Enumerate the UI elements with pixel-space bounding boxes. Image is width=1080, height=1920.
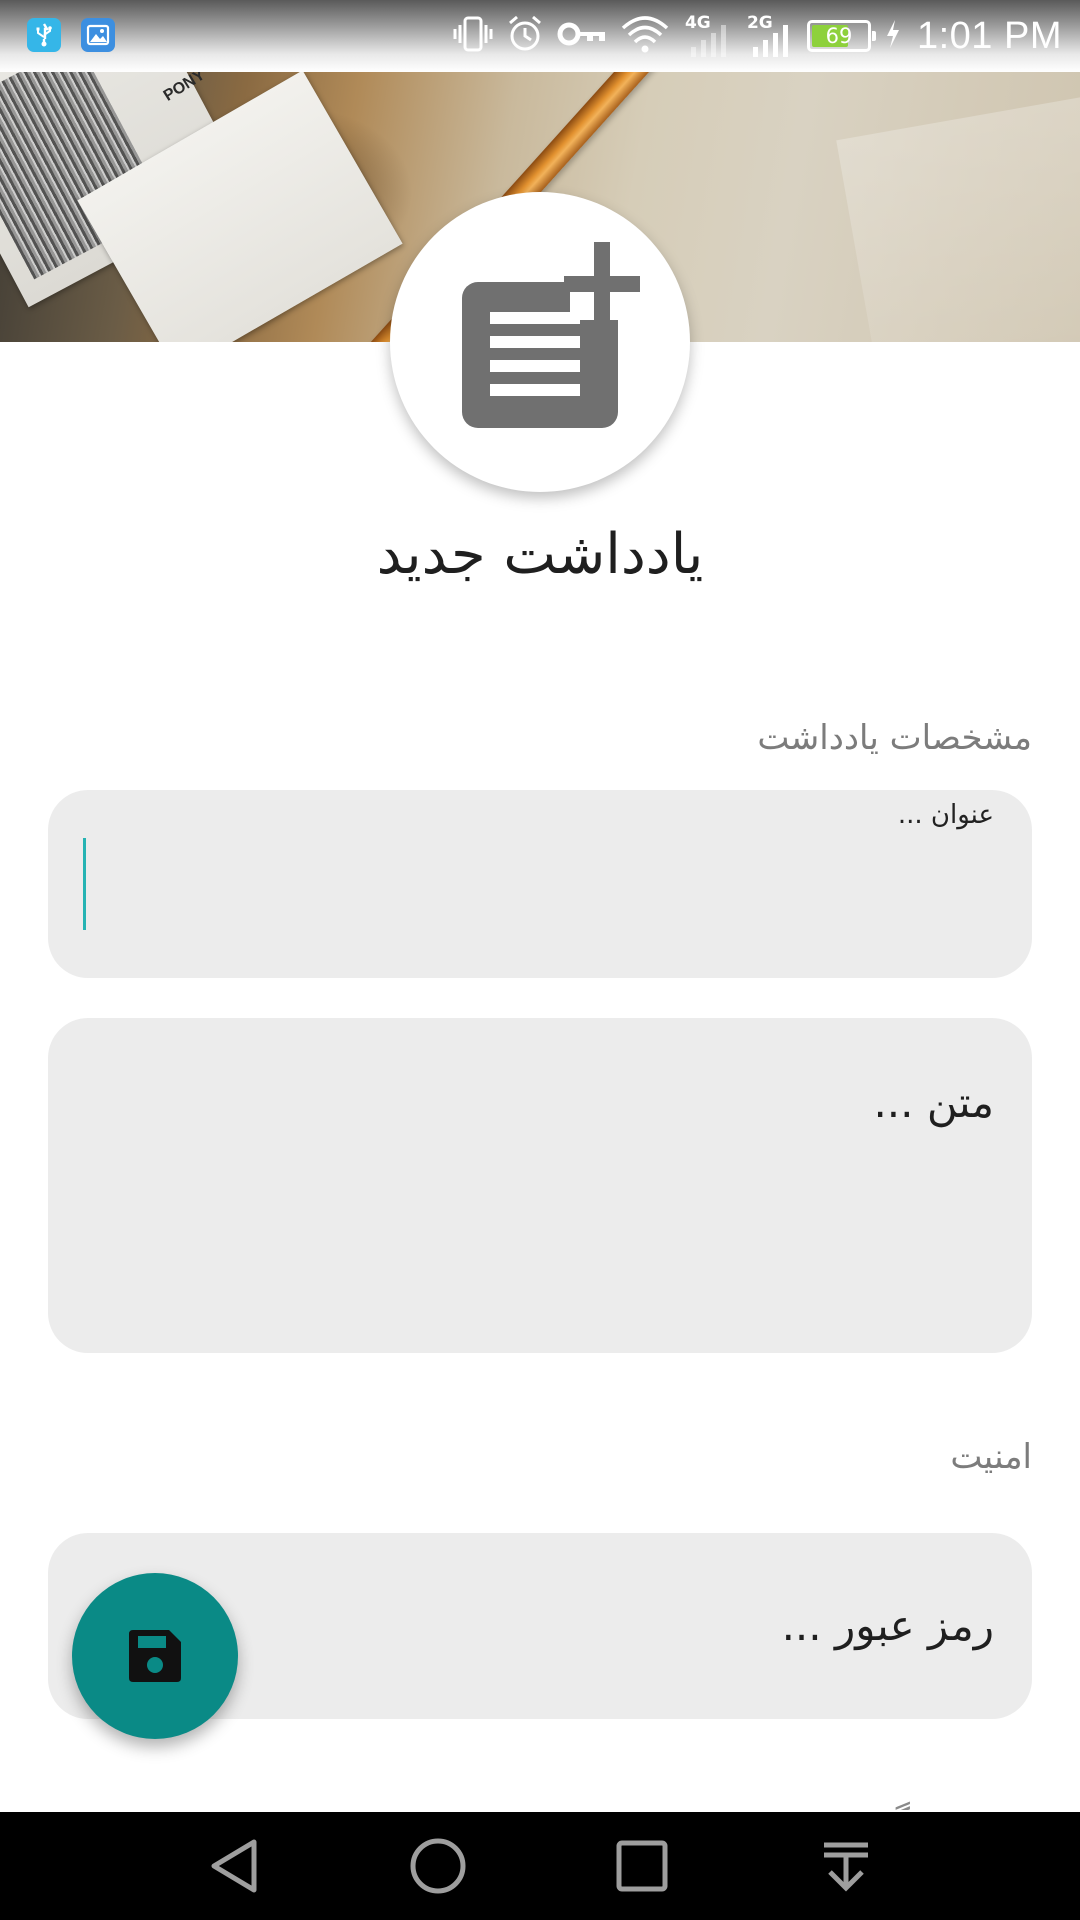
title-field-label: عنوان ... [897, 800, 994, 830]
battery-percent: 69 [825, 24, 853, 48]
navigation-bar [0, 1812, 1080, 1920]
page-title: یادداشت جدید [376, 522, 704, 587]
password-placeholder: رمز عبور ... [781, 1601, 994, 1650]
home-icon[interactable] [404, 1832, 472, 1900]
note-add-icon [462, 242, 640, 428]
save-button[interactable] [72, 1573, 238, 1739]
note-avatar [390, 192, 690, 492]
usb-icon [27, 18, 61, 52]
status-bar: 4G 2G 69 1:01 PM [0, 0, 1080, 72]
battery-charging-icon: 69 [806, 20, 876, 52]
signal-4g-icon: 4G [683, 13, 731, 59]
body-input[interactable]: متن ... [48, 1018, 1032, 1353]
vibrate-icon [453, 14, 493, 58]
body-placeholder: متن ... [873, 1078, 994, 1127]
recents-icon[interactable] [608, 1832, 676, 1900]
charging-bolt-icon [885, 19, 901, 53]
next-section-label: گروه بندی [766, 1794, 910, 1810]
security-section-label: امنیت [950, 1437, 1032, 1477]
header-paper [836, 88, 1080, 342]
alarm-icon [507, 14, 543, 58]
text-caret [83, 838, 86, 930]
notification-pull-icon[interactable] [812, 1832, 880, 1900]
back-icon[interactable] [200, 1832, 268, 1900]
vpn-key-icon [557, 19, 607, 53]
status-time: 1:01 PM [916, 14, 1062, 57]
gallery-icon [81, 18, 115, 52]
title-input[interactable]: عنوان ... [48, 790, 1032, 978]
signal-2g-icon: 2G [745, 13, 793, 59]
wifi-icon [621, 14, 669, 58]
save-icon [129, 1630, 181, 1682]
details-section-label: مشخصات یادداشت [757, 718, 1032, 758]
